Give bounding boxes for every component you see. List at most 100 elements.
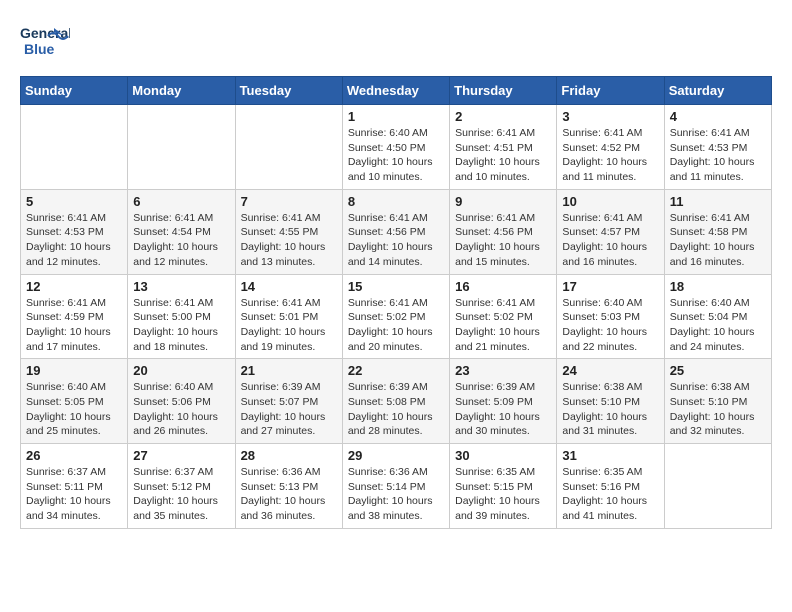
- calendar-cell: 29Sunrise: 6:36 AMSunset: 5:14 PMDayligh…: [342, 444, 449, 529]
- calendar-cell: 11Sunrise: 6:41 AMSunset: 4:58 PMDayligh…: [664, 189, 771, 274]
- calendar-cell: 22 Sunrise: 6:39 AMSunset: 5:08 PMDayligh…: [342, 359, 449, 444]
- calendar-cell: 4 Sunrise: 6:41 AMSunset: 4:53 PMDaylight…: [664, 105, 771, 190]
- calendar-cell: 30 Sunrise: 6:35 AMSunset: 5:15 PMDayligh…: [450, 444, 557, 529]
- day-info: Sunrise: 6:41 AMSunset: 4:52 PMDaylight:…: [562, 126, 658, 185]
- day-info: Sunrise: 6:39 AMSunset: 5:07 PMDaylight:…: [241, 380, 337, 439]
- day-info: Sunrise: 6:41 AMSunset: 4:57 PMDaylight:…: [562, 211, 658, 270]
- day-info: Sunrise: 6:41 AMSunset: 5:02 PMDaylight:…: [348, 296, 444, 355]
- calendar-cell: 17 Sunrise: 6:40 AMSunset: 5:03 PMDayligh…: [557, 274, 664, 359]
- day-number: 26: [26, 448, 122, 463]
- logo-svg: GeneralBlue: [20, 20, 70, 60]
- day-info: Sunrise: 6:41 AMSunset: 4:59 PMDaylight:…: [26, 296, 122, 355]
- day-info: Sunrise: 6:35 AMSunset: 5:15 PMDaylight:…: [455, 465, 551, 524]
- calendar-cell: [235, 105, 342, 190]
- calendar-cell: 3 Sunrise: 6:41 AMSunset: 4:52 PMDaylight…: [557, 105, 664, 190]
- day-info: Sunrise: 6:41 AMSunset: 4:55 PMDaylight:…: [241, 211, 337, 270]
- day-info: Sunrise: 6:40 AMSunset: 4:50 PMDaylight:…: [348, 126, 444, 185]
- weekday-header-tuesday: Tuesday: [235, 77, 342, 105]
- calendar-cell: 9Sunrise: 6:41 AMSunset: 4:56 PMDaylight…: [450, 189, 557, 274]
- day-info: Sunrise: 6:41 AMSunset: 4:56 PMDaylight:…: [348, 211, 444, 270]
- day-number: 20: [133, 363, 229, 378]
- calendar-cell: 2 Sunrise: 6:41 AMSunset: 4:51 PMDaylight…: [450, 105, 557, 190]
- day-info: Sunrise: 6:41 AMSunset: 4:53 PMDaylight:…: [670, 126, 766, 185]
- weekday-header-row: SundayMondayTuesdayWednesdayThursdayFrid…: [21, 77, 772, 105]
- weekday-header-sunday: Sunday: [21, 77, 128, 105]
- calendar-cell: 21Sunrise: 6:39 AMSunset: 5:07 PMDayligh…: [235, 359, 342, 444]
- day-info: Sunrise: 6:39 AMSunset: 5:09 PMDaylight:…: [455, 380, 551, 439]
- logo: GeneralBlue: [20, 20, 70, 60]
- calendar-cell: 31 Sunrise: 6:35 AMSunset: 5:16 PMDayligh…: [557, 444, 664, 529]
- day-number: 17: [562, 279, 658, 294]
- day-number: 25: [670, 363, 766, 378]
- calendar-table: SundayMondayTuesdayWednesdayThursdayFrid…: [20, 76, 772, 529]
- day-number: 14: [241, 279, 337, 294]
- day-info: Sunrise: 6:39 AMSunset: 5:08 PMDaylight:…: [348, 380, 444, 439]
- day-number: 24: [562, 363, 658, 378]
- day-info: Sunrise: 6:41 AMSunset: 4:53 PMDaylight:…: [26, 211, 122, 270]
- day-number: 27: [133, 448, 229, 463]
- day-info: Sunrise: 6:41 AMSunset: 4:54 PMDaylight:…: [133, 211, 229, 270]
- day-number: 22: [348, 363, 444, 378]
- day-info: Sunrise: 6:41 AMSunset: 5:01 PMDaylight:…: [241, 296, 337, 355]
- calendar-cell: 16 Sunrise: 6:41 AMSunset: 5:02 PMDayligh…: [450, 274, 557, 359]
- day-number: 30: [455, 448, 551, 463]
- day-info: Sunrise: 6:37 AMSunset: 5:11 PMDaylight:…: [26, 465, 122, 524]
- weekday-header-friday: Friday: [557, 77, 664, 105]
- day-number: 10: [562, 194, 658, 209]
- calendar-week-2: 5 Sunrise: 6:41 AMSunset: 4:53 PMDaylight…: [21, 189, 772, 274]
- day-number: 9: [455, 194, 551, 209]
- day-number: 6: [133, 194, 229, 209]
- calendar-cell: [21, 105, 128, 190]
- day-info: Sunrise: 6:40 AMSunset: 5:04 PMDaylight:…: [670, 296, 766, 355]
- weekday-header-thursday: Thursday: [450, 77, 557, 105]
- calendar-cell: 28 Sunrise: 6:36 AMSunset: 5:13 PMDayligh…: [235, 444, 342, 529]
- day-number: 23: [455, 363, 551, 378]
- day-number: 12: [26, 279, 122, 294]
- day-info: Sunrise: 6:41 AMSunset: 5:02 PMDaylight:…: [455, 296, 551, 355]
- day-info: Sunrise: 6:40 AMSunset: 5:03 PMDaylight:…: [562, 296, 658, 355]
- day-number: 2: [455, 109, 551, 124]
- page-header: GeneralBlue: [20, 20, 772, 60]
- day-number: 7: [241, 194, 337, 209]
- day-number: 1: [348, 109, 444, 124]
- day-info: Sunrise: 6:36 AMSunset: 5:13 PMDaylight:…: [241, 465, 337, 524]
- day-info: Sunrise: 6:40 AMSunset: 5:06 PMDaylight:…: [133, 380, 229, 439]
- calendar-cell: 10 Sunrise: 6:41 AMSunset: 4:57 PMDayligh…: [557, 189, 664, 274]
- day-info: Sunrise: 6:41 AMSunset: 5:00 PMDaylight:…: [133, 296, 229, 355]
- day-info: Sunrise: 6:41 AMSunset: 4:51 PMDaylight:…: [455, 126, 551, 185]
- calendar-week-4: 19Sunrise: 6:40 AMSunset: 5:05 PMDayligh…: [21, 359, 772, 444]
- calendar-week-1: 1 Sunrise: 6:40 AMSunset: 4:50 PMDaylight…: [21, 105, 772, 190]
- day-number: 28: [241, 448, 337, 463]
- calendar-cell: 24 Sunrise: 6:38 AMSunset: 5:10 PMDayligh…: [557, 359, 664, 444]
- calendar-week-3: 12 Sunrise: 6:41 AMSunset: 4:59 PMDayligh…: [21, 274, 772, 359]
- calendar-cell: 14 Sunrise: 6:41 AMSunset: 5:01 PMDayligh…: [235, 274, 342, 359]
- calendar-cell: 15Sunrise: 6:41 AMSunset: 5:02 PMDayligh…: [342, 274, 449, 359]
- day-number: 8: [348, 194, 444, 209]
- day-number: 18: [670, 279, 766, 294]
- day-number: 3: [562, 109, 658, 124]
- calendar-cell: 19Sunrise: 6:40 AMSunset: 5:05 PMDayligh…: [21, 359, 128, 444]
- calendar-cell: 5 Sunrise: 6:41 AMSunset: 4:53 PMDaylight…: [21, 189, 128, 274]
- day-number: 5: [26, 194, 122, 209]
- calendar-cell: 6 Sunrise: 6:41 AMSunset: 4:54 PMDaylight…: [128, 189, 235, 274]
- weekday-header-monday: Monday: [128, 77, 235, 105]
- weekday-header-wednesday: Wednesday: [342, 77, 449, 105]
- calendar-cell: 25 Sunrise: 6:38 AMSunset: 5:10 PMDayligh…: [664, 359, 771, 444]
- calendar-cell: 7 Sunrise: 6:41 AMSunset: 4:55 PMDaylight…: [235, 189, 342, 274]
- day-number: 16: [455, 279, 551, 294]
- day-number: 19: [26, 363, 122, 378]
- day-info: Sunrise: 6:38 AMSunset: 5:10 PMDaylight:…: [670, 380, 766, 439]
- day-number: 4: [670, 109, 766, 124]
- calendar-cell: 12 Sunrise: 6:41 AMSunset: 4:59 PMDayligh…: [21, 274, 128, 359]
- day-info: Sunrise: 6:35 AMSunset: 5:16 PMDaylight:…: [562, 465, 658, 524]
- calendar-cell: 20 Sunrise: 6:40 AMSunset: 5:06 PMDayligh…: [128, 359, 235, 444]
- calendar-cell: 8 Sunrise: 6:41 AMSunset: 4:56 PMDaylight…: [342, 189, 449, 274]
- day-info: Sunrise: 6:37 AMSunset: 5:12 PMDaylight:…: [133, 465, 229, 524]
- day-info: Sunrise: 6:38 AMSunset: 5:10 PMDaylight:…: [562, 380, 658, 439]
- calendar-cell: [664, 444, 771, 529]
- calendar-cell: 13 Sunrise: 6:41 AMSunset: 5:00 PMDayligh…: [128, 274, 235, 359]
- day-info: Sunrise: 6:41 AMSunset: 4:58 PMDaylight:…: [670, 211, 766, 270]
- day-number: 31: [562, 448, 658, 463]
- calendar-cell: 18 Sunrise: 6:40 AMSunset: 5:04 PMDayligh…: [664, 274, 771, 359]
- day-number: 13: [133, 279, 229, 294]
